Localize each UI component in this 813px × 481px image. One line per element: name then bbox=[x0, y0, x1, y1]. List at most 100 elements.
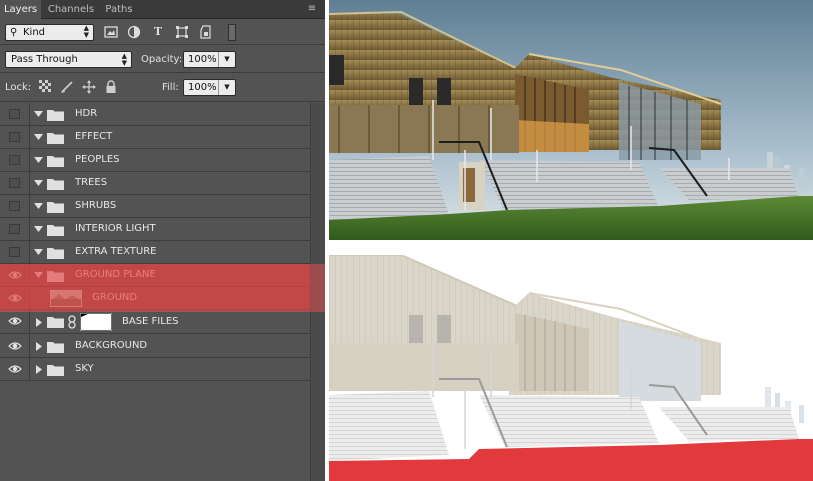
folder-icon bbox=[47, 271, 64, 282]
panel-menu-icon[interactable]: ≡ bbox=[305, 3, 319, 15]
smart-object-filter-icon[interactable] bbox=[199, 25, 213, 39]
expand-triangle-icon[interactable] bbox=[34, 110, 43, 119]
preview-gap bbox=[329, 240, 813, 255]
layer-name: SHRUBS bbox=[75, 200, 117, 211]
visibility-toggle[interactable] bbox=[0, 149, 30, 171]
preview-ground-plane bbox=[329, 255, 813, 481]
hidden-visibility-box bbox=[9, 201, 20, 211]
expand-triangle-icon[interactable] bbox=[34, 202, 43, 211]
blend-mode-value: Pass Through bbox=[11, 54, 78, 65]
eye-icon bbox=[8, 365, 22, 373]
eye-icon bbox=[8, 342, 22, 350]
layer-name: BASE FILES bbox=[122, 316, 179, 327]
visibility-toggle[interactable] bbox=[0, 218, 30, 240]
layer-row-peoples[interactable]: PEOPLES bbox=[0, 149, 310, 172]
type-filter-icon[interactable]: T bbox=[151, 25, 165, 39]
hidden-visibility-box bbox=[9, 109, 20, 119]
lock-row: Lock: Fill: 100% ▼ bbox=[0, 73, 325, 102]
hidden-visibility-box bbox=[9, 224, 20, 234]
building-render-image bbox=[329, 0, 813, 240]
eye-icon bbox=[8, 271, 22, 279]
lock-all-icon[interactable] bbox=[104, 80, 118, 94]
hidden-visibility-box bbox=[9, 132, 20, 142]
filter-row: ⚲ Kind ▲ ▼ T bbox=[0, 20, 325, 45]
lock-image-icon[interactable] bbox=[60, 80, 74, 94]
visibility-toggle[interactable] bbox=[0, 172, 30, 194]
layer-row-hdr[interactable]: HDR bbox=[0, 103, 310, 126]
layer-name: BACKGROUND bbox=[75, 340, 148, 351]
search-icon: ⚲ bbox=[10, 27, 18, 38]
layer-row-effect[interactable]: EFFECT bbox=[0, 126, 310, 149]
folder-icon bbox=[47, 317, 64, 328]
visibility-toggle[interactable] bbox=[0, 310, 30, 333]
visibility-toggle[interactable] bbox=[0, 264, 30, 286]
layer-row-ground[interactable]: GROUND bbox=[0, 287, 310, 310]
folder-icon bbox=[47, 248, 64, 259]
layer-row-base-files[interactable]: BASE FILES bbox=[0, 310, 310, 334]
image-filter-icon[interactable] bbox=[104, 25, 118, 39]
layer-name: TREES bbox=[75, 177, 108, 188]
visibility-toggle[interactable] bbox=[0, 103, 30, 125]
layer-row-shrubs[interactable]: SHRUBS bbox=[0, 195, 310, 218]
opacity-input[interactable]: 100% ▼ bbox=[183, 51, 236, 68]
visibility-toggle[interactable] bbox=[0, 358, 30, 380]
opacity-value: 100% bbox=[188, 54, 217, 65]
folder-icon bbox=[47, 156, 64, 167]
collapse-triangle-icon[interactable] bbox=[35, 318, 44, 327]
lock-position-icon[interactable] bbox=[82, 80, 96, 94]
layer-list: HDR EFFECT PEOPLES TREES SHRUBS INTERIOR… bbox=[0, 103, 310, 481]
expand-triangle-icon[interactable] bbox=[34, 179, 43, 188]
folder-icon bbox=[47, 110, 64, 121]
layer-row-trees[interactable]: TREES bbox=[0, 172, 310, 195]
layer-name: INTERIOR LIGHT bbox=[75, 223, 156, 234]
collapse-triangle-icon[interactable] bbox=[35, 365, 44, 374]
visibility-toggle[interactable] bbox=[0, 287, 30, 309]
hidden-visibility-box bbox=[9, 247, 20, 257]
layer-row-sky[interactable]: SKY bbox=[0, 358, 310, 381]
chevron-down-icon[interactable]: ▼ bbox=[218, 80, 235, 95]
shape-filter-icon[interactable] bbox=[175, 25, 189, 39]
expand-triangle-icon[interactable] bbox=[34, 248, 43, 257]
folder-icon bbox=[47, 179, 64, 190]
layer-name: SKY bbox=[75, 363, 94, 374]
filter-kind-select[interactable]: ⚲ Kind ▲ ▼ bbox=[5, 24, 94, 41]
blend-mode-select[interactable]: Pass Through ▲ ▼ bbox=[5, 51, 132, 68]
collapse-triangle-icon[interactable] bbox=[35, 342, 44, 351]
visibility-toggle[interactable] bbox=[0, 241, 30, 263]
tab-paths[interactable]: Paths bbox=[101, 0, 137, 19]
chevron-updown-icon: ▲ ▼ bbox=[83, 24, 89, 39]
visibility-toggle[interactable] bbox=[0, 335, 30, 357]
layer-row-ground-plane[interactable]: GROUND PLANE bbox=[0, 264, 310, 287]
filter-toggle-switch[interactable] bbox=[228, 24, 236, 41]
layer-name: EFFECT bbox=[75, 131, 113, 142]
folder-icon bbox=[47, 365, 64, 376]
chevron-down-icon[interactable]: ▼ bbox=[218, 52, 235, 67]
visibility-toggle[interactable] bbox=[0, 126, 30, 148]
folder-icon bbox=[47, 202, 64, 213]
hidden-visibility-box bbox=[9, 155, 20, 165]
expand-triangle-icon[interactable] bbox=[34, 271, 43, 280]
layer-list-scrollbar[interactable] bbox=[310, 103, 325, 481]
blend-row: Pass Through ▲ ▼ Opacity: 100% ▼ bbox=[0, 45, 325, 73]
tab-layers[interactable]: Layers bbox=[0, 0, 41, 20]
opacity-label: Opacity: bbox=[141, 54, 183, 65]
visibility-toggle[interactable] bbox=[0, 195, 30, 217]
lock-transparent-icon[interactable] bbox=[38, 80, 52, 94]
fill-label: Fill: bbox=[162, 82, 179, 93]
layer-name: GROUND bbox=[92, 292, 138, 303]
fill-input[interactable]: 100% ▼ bbox=[183, 79, 236, 96]
expand-triangle-icon[interactable] bbox=[34, 133, 43, 142]
expand-triangle-icon[interactable] bbox=[34, 156, 43, 165]
layer-row-extra-texture[interactable]: EXTRA TEXTURE bbox=[0, 241, 310, 264]
panel-tab-bar: Layers Channels Paths ≡ bbox=[0, 0, 325, 20]
fill-value: 100% bbox=[188, 82, 217, 93]
mask-link-icon[interactable] bbox=[67, 315, 77, 329]
chevron-updown-icon: ▲ ▼ bbox=[121, 52, 127, 67]
layer-mask-thumbnail[interactable] bbox=[80, 313, 112, 331]
layer-row-background[interactable]: BACKGROUND bbox=[0, 335, 310, 358]
layer-name: EXTRA TEXTURE bbox=[75, 246, 157, 257]
expand-triangle-icon[interactable] bbox=[34, 225, 43, 234]
layer-row-interior-light[interactable]: INTERIOR LIGHT bbox=[0, 218, 310, 241]
adjustment-filter-icon[interactable] bbox=[127, 25, 141, 39]
tab-channels[interactable]: Channels bbox=[42, 0, 100, 19]
